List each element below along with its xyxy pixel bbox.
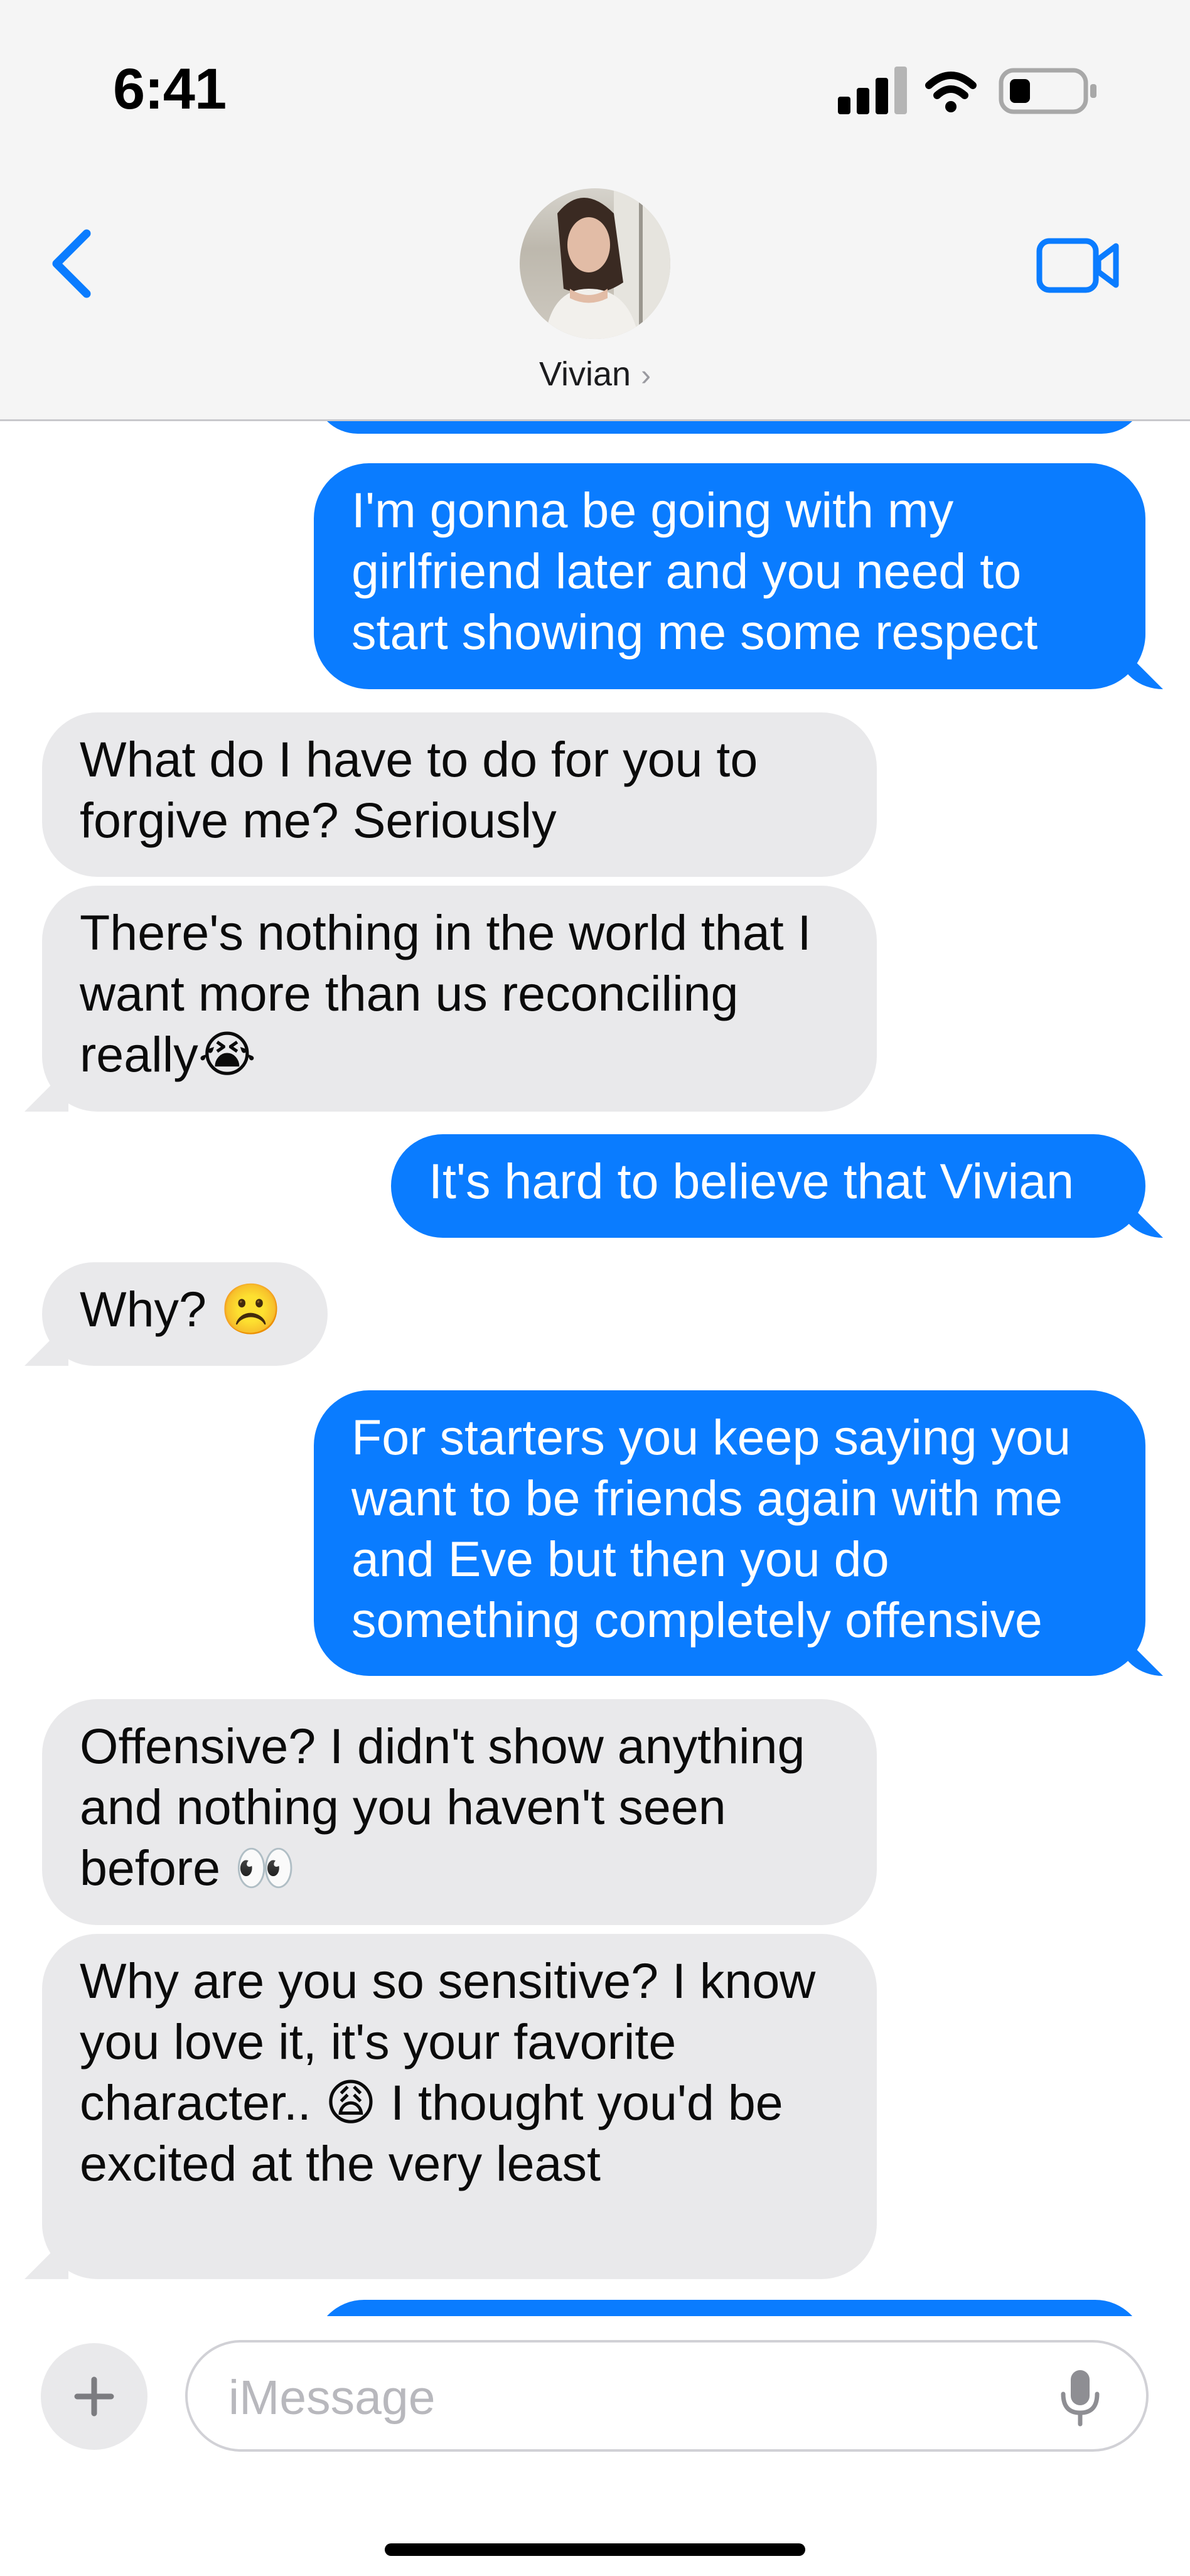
home-indicator: [385, 2543, 805, 2556]
message-bubble-cutoff[interactable]: [314, 421, 1145, 434]
message-text: I'm gonna be going with my girlfriend la…: [351, 482, 1038, 660]
composer-bar: iMessage: [0, 2316, 1190, 2576]
message-text: It's hard to believe that Vivian: [429, 1153, 1075, 1209]
message-text: Offensive? I didn't show anything and no…: [80, 1718, 805, 1896]
status-time: 6:41: [113, 57, 227, 121]
video-call-icon[interactable]: [1036, 237, 1120, 294]
message-thread[interactable]: I'm gonna be going with my girlfriend la…: [0, 421, 1190, 2316]
message-text: There's nothing in the world that I want…: [80, 904, 812, 1082]
contact-avatar[interactable]: [520, 188, 670, 339]
avatar-photo: [545, 188, 670, 339]
battery-icon: [999, 68, 1096, 114]
message-text: What do I have to do for you to forgive …: [80, 731, 758, 848]
message-bubble-received[interactable]: There's nothing in the world that I want…: [42, 886, 877, 1112]
add-attachment-button[interactable]: [41, 2343, 147, 2450]
message-bubble-cutoff[interactable]: [314, 2300, 1145, 2316]
conversation-header: 6:41 Vivian ›: [0, 0, 1190, 421]
cellular-signal-icon: [838, 67, 907, 114]
back-chevron-icon[interactable]: [44, 226, 100, 301]
message-bubble-received[interactable]: Why? ☹️: [42, 1262, 328, 1366]
message-bubble-received[interactable]: What do I have to do for you to forgive …: [42, 712, 877, 877]
message-text: Why are you so sensitive? I know you lov…: [80, 1953, 816, 2191]
message-bubble-received[interactable]: Why are you so sensitive? I know you lov…: [42, 1934, 877, 2279]
message-input[interactable]: iMessage: [185, 2340, 1149, 2452]
contact-name[interactable]: Vivian ›: [0, 355, 1190, 394]
message-text: Why? ☹️: [80, 1281, 282, 1337]
plus-icon: [74, 2376, 114, 2417]
message-bubble-sent[interactable]: I'm gonna be going with my girlfriend la…: [314, 463, 1145, 689]
microphone-icon[interactable]: [1058, 2368, 1102, 2427]
message-bubble-received[interactable]: Offensive? I didn't show anything and no…: [42, 1699, 877, 1925]
message-input-placeholder: iMessage: [228, 2371, 436, 2425]
message-bubble-sent[interactable]: For starters you keep saying you want to…: [314, 1390, 1145, 1676]
chevron-right-icon: ›: [641, 359, 651, 392]
message-text: For starters you keep saying you want to…: [351, 1409, 1071, 1648]
wifi-icon: [925, 72, 977, 112]
message-bubble-sent[interactable]: It's hard to believe that Vivian: [391, 1134, 1145, 1238]
contact-name-label: Vivian: [539, 355, 631, 393]
status-icons: [838, 67, 1096, 114]
